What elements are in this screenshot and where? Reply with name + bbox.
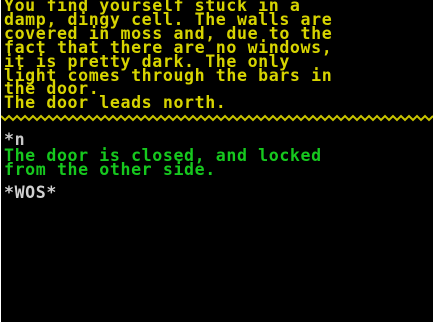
room-description-line: The door leads north. bbox=[4, 93, 227, 112]
player-command: *n bbox=[4, 130, 26, 149]
wavy-divider bbox=[1, 114, 433, 122]
game-screen: You find yourself stuck in a damp, dingy… bbox=[1, 0, 433, 322]
input-prompt[interactable]: *WOS* bbox=[4, 184, 57, 201]
response-line: from the other side. bbox=[4, 160, 216, 179]
